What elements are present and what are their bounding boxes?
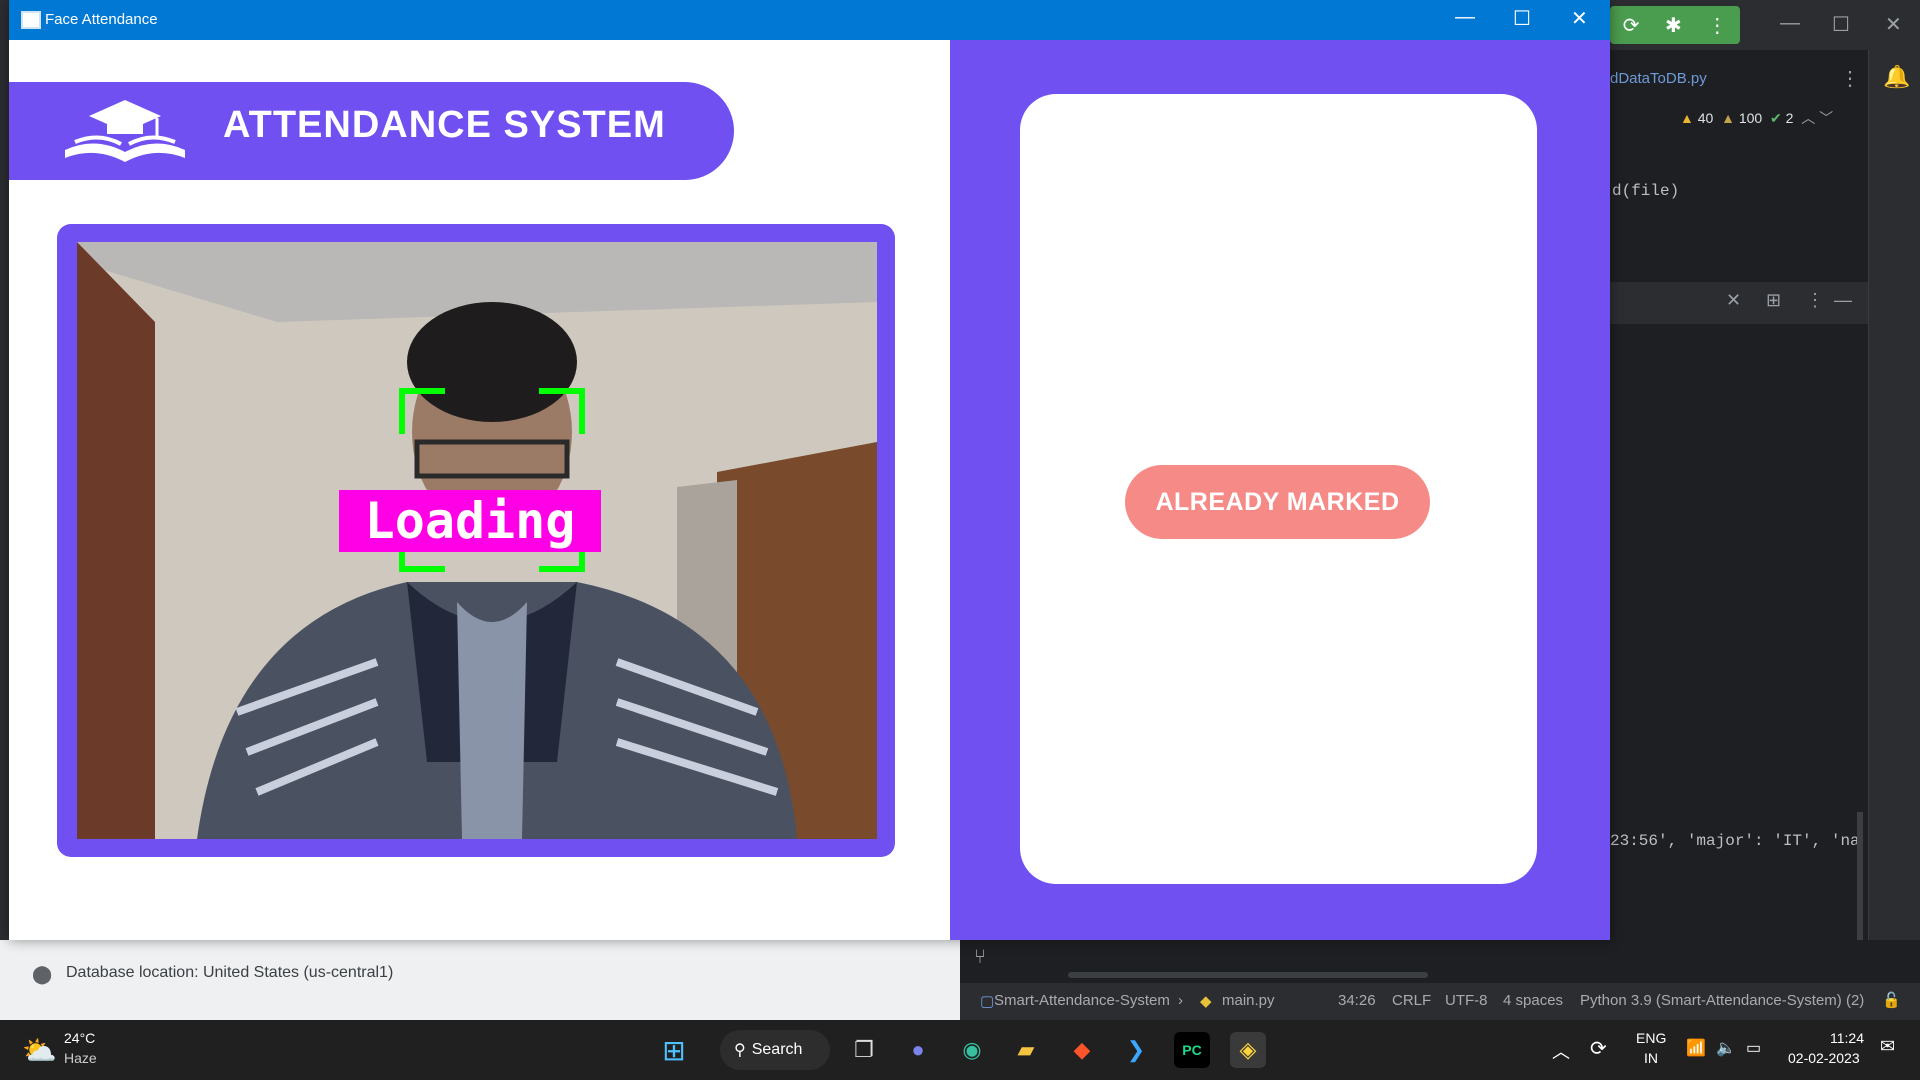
chevron-down-icon[interactable]: ﹀ — [1819, 110, 1833, 126]
status-project[interactable]: Smart-Attendance-System — [994, 992, 1170, 1009]
minimize-icon[interactable]: — — [1455, 6, 1475, 29]
breadcrumb-chevron-icon: › — [1178, 992, 1183, 1009]
ide-editor-tabs: dDataToDB.py ⋮ — [1600, 60, 1880, 100]
python-app-icon[interactable]: ◈ — [1230, 1032, 1266, 1068]
ide-toolbar: ⟳ ✱ ⋮ — ☐ ✕ — [1600, 0, 1920, 50]
face-attendance-window: Face Attendance — ☐ ✕ ATTENDANCE SYSTEM — [9, 0, 1610, 940]
ide-minimize-icon[interactable]: — — [1780, 12, 1800, 35]
chevron-up-icon[interactable]: ︿ — [1552, 1038, 1570, 1064]
volume-icon[interactable]: 🔈 — [1716, 1038, 1736, 1058]
edge-icon[interactable]: ◉ — [954, 1032, 990, 1068]
ide-status-bar: ▢ Smart-Attendance-System › ◆ main.py 34… — [960, 983, 1920, 1020]
weather-temp[interactable]: 24°C — [64, 1030, 95, 1046]
console-output-line: 23:56', 'major': 'IT', 'na — [1610, 832, 1860, 850]
warning-icon: ▲ — [1680, 110, 1694, 126]
tab-menu-icon[interactable]: ⋮ — [1840, 66, 1860, 91]
pycharm-icon[interactable]: PC — [1174, 1032, 1210, 1068]
rerun-icon[interactable]: ⟳ — [1623, 13, 1640, 38]
run-tool-header: ✕ ⊞ ⋮ — — [1600, 282, 1870, 324]
python-file-icon: ◆ — [1200, 993, 1212, 1010]
ide-maximize-icon[interactable]: ☐ — [1832, 12, 1850, 37]
debug-icon[interactable]: ✱ — [1665, 13, 1682, 38]
status-line-ending[interactable]: CRLF — [1392, 992, 1431, 1009]
status-interpreter[interactable]: Python 3.9 (Smart-Attendance-System) (2) — [1580, 992, 1864, 1009]
language-region[interactable]: IN — [1644, 1050, 1658, 1066]
brave-icon[interactable]: ◆ — [1064, 1032, 1100, 1068]
attendance-status-badge: ALREADY MARKED — [1125, 465, 1430, 539]
check-icon: ✔ — [1770, 110, 1782, 126]
close-icon[interactable]: ✕ — [1726, 290, 1741, 311]
status-encoding[interactable]: UTF-8 — [1445, 992, 1488, 1009]
status-file[interactable]: main.py — [1222, 992, 1275, 1009]
more-icon[interactable]: ⋮ — [1806, 290, 1824, 311]
webcam-feed: Loading — [77, 242, 877, 839]
hide-icon[interactable]: — — [1834, 290, 1852, 311]
webcam-frame: Loading — [57, 224, 895, 857]
location-pin-icon: ⬤ — [32, 964, 53, 984]
left-panel: ATTENDANCE SYSTEM Loading — [9, 40, 950, 940]
browser-firebase-console: ⬤ Database location: United States (us-c… — [0, 940, 960, 1020]
ide-right-toolstrip: 🔔 — [1868, 50, 1920, 1020]
layout-icon[interactable]: ⊞ — [1766, 290, 1781, 311]
git-branch-icon[interactable]: ⑂ — [974, 946, 986, 969]
battery-icon[interactable]: ▭ — [1746, 1038, 1761, 1058]
project-icon: ▢ — [980, 993, 995, 1010]
vscode-icon[interactable]: ❯ — [1118, 1032, 1154, 1068]
ok-count: 2 — [1785, 110, 1794, 126]
weak-warning-icon: ▲ — [1721, 110, 1735, 126]
status-caret-position[interactable]: 34:26 — [1338, 992, 1376, 1009]
weak-warning-count: 100 — [1738, 110, 1763, 126]
search-icon: ⚲ — [734, 1042, 746, 1059]
close-icon[interactable]: ✕ — [1571, 6, 1588, 31]
chevron-up-icon[interactable]: ︿ — [1801, 110, 1815, 126]
task-view-icon[interactable]: ❐ — [846, 1032, 882, 1068]
sync-icon[interactable]: ⟳ — [1590, 1036, 1607, 1061]
wifi-icon[interactable]: 📶 — [1686, 1038, 1706, 1058]
notification-center-icon[interactable]: ✉ — [1880, 1036, 1895, 1057]
ide-file-tab[interactable]: dDataToDB.py — [1610, 70, 1707, 87]
file-explorer-icon[interactable]: ▰ — [1008, 1032, 1044, 1068]
chat-icon[interactable]: ● — [900, 1032, 936, 1068]
warning-count: 40 — [1697, 110, 1714, 126]
loading-overlay: Loading — [339, 490, 601, 552]
taskbar-search[interactable]: ⚲ Search — [720, 1030, 830, 1070]
weather-icon[interactable]: ⛅ — [22, 1034, 57, 1067]
maximize-icon[interactable]: ☐ — [1513, 6, 1531, 31]
weather-desc[interactable]: Haze — [64, 1050, 97, 1066]
search-label: Search — [751, 1041, 803, 1058]
status-indent[interactable]: 4 spaces — [1503, 992, 1563, 1009]
inspection-widget[interactable]: ▲ 40 ▲ 100 ✔ 2 ︿ ﹀ — [1680, 108, 1833, 128]
language-primary[interactable]: ENG — [1636, 1030, 1666, 1046]
more-icon[interactable]: ⋮ — [1707, 13, 1727, 38]
clock-date[interactable]: 02-02-2023 — [1788, 1050, 1860, 1066]
graduation-cap-book-icon — [65, 100, 185, 162]
lock-icon[interactable]: 🔓 — [1882, 991, 1901, 1009]
app-icon — [21, 11, 41, 29]
horizontal-scrollbar[interactable] — [1068, 972, 1428, 978]
clock-time[interactable]: 11:24 — [1830, 1030, 1864, 1046]
header-title: ATTENDANCE SYSTEM — [223, 104, 666, 146]
ide-close-icon[interactable]: ✕ — [1885, 12, 1902, 37]
header-banner: ATTENDANCE SYSTEM — [9, 82, 734, 180]
windows-start-icon[interactable]: ⊞ — [656, 1032, 692, 1068]
windows-taskbar: ⛅ 24°C Haze ⊞ ⚲ Search ❐ ● ◉ ▰ ◆ ❯ PC ◈ … — [0, 1020, 1920, 1080]
ide-run-controls[interactable]: ⟳ ✱ ⋮ — [1610, 6, 1740, 44]
window-title: Face Attendance — [45, 11, 158, 28]
notifications-icon[interactable]: 🔔 — [1883, 64, 1910, 90]
window-titlebar: Face Attendance — ☐ ✕ — [9, 0, 1610, 40]
database-location-text: Database location: United States (us-cen… — [66, 964, 394, 981]
code-line: d(file) — [1612, 182, 1680, 200]
